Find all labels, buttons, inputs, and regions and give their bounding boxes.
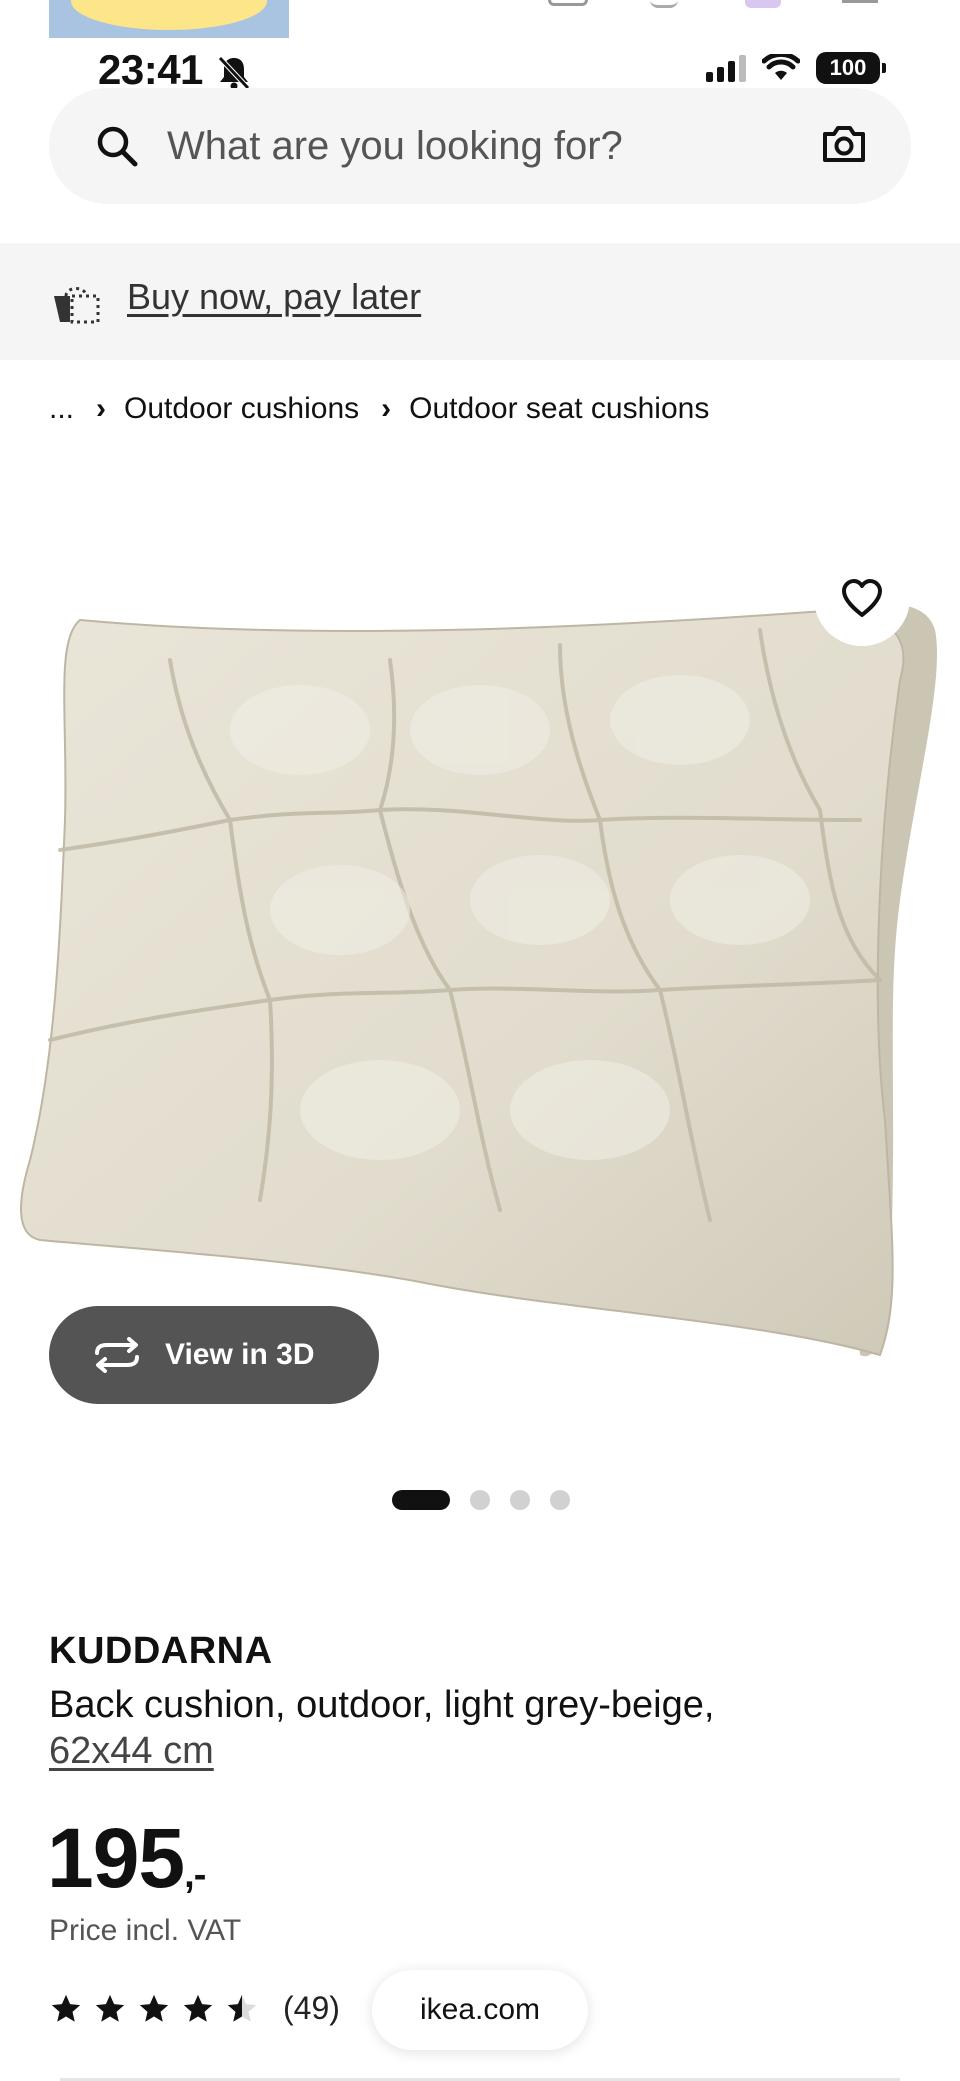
- menu-icon[interactable]: [842, 0, 878, 3]
- breadcrumb: ... › Outdoor cushions › Outdoor seat cu…: [49, 392, 709, 426]
- pagination-dot-3[interactable]: [510, 1490, 530, 1510]
- wifi-icon: [762, 54, 800, 80]
- view-in-3d-button[interactable]: View in 3D: [49, 1306, 379, 1404]
- browser-domain: ikea.com: [419, 1993, 541, 2026]
- status-time: 23:41: [98, 46, 203, 93]
- status-indicators: 100: [706, 52, 886, 84]
- product-image[interactable]: [0, 520, 960, 1440]
- price-suffix: ,-: [184, 1854, 206, 1896]
- site-header-peek: [0, 0, 960, 40]
- bell-off-icon: [218, 56, 250, 90]
- product-price: 195,-: [47, 1810, 206, 1907]
- chevron-right-icon: ›: [381, 392, 392, 425]
- breadcrumb-ellipsis[interactable]: ...: [49, 392, 74, 426]
- search-input[interactable]: [167, 88, 827, 204]
- image-pagination: [392, 1490, 570, 1510]
- rotate-3d-icon: [95, 1337, 139, 1373]
- star-filled-icon: [95, 1994, 125, 2022]
- product-rating[interactable]: (49): [49, 1990, 340, 2027]
- heart-icon[interactable]: [650, 0, 678, 8]
- product-size-link[interactable]: 62x44 cm: [49, 1730, 214, 1773]
- battery-level: 100: [829, 55, 867, 80]
- view-in-3d-label: View in 3D: [165, 1338, 315, 1371]
- cellular-signal-icon: [706, 54, 746, 82]
- buy-now-pay-later-link[interactable]: Buy now, pay later: [127, 276, 421, 318]
- price-value: 195: [47, 1811, 185, 1905]
- favorite-button[interactable]: [814, 550, 910, 646]
- browser-address-pill[interactable]: ikea.com: [372, 1970, 588, 2050]
- pagination-dot-1[interactable]: [392, 1490, 450, 1510]
- pagination-dot-4[interactable]: [550, 1490, 570, 1510]
- chevron-right-icon: ›: [96, 392, 107, 425]
- search-icon[interactable]: [95, 124, 139, 168]
- camera-icon[interactable]: [821, 124, 867, 164]
- heart-icon: [842, 579, 882, 617]
- star-half-icon: [227, 1994, 257, 2022]
- breadcrumb-outdoor-seat-cushions[interactable]: Outdoor seat cushions: [409, 392, 709, 426]
- star-filled-icon: [139, 1994, 169, 2022]
- cart-icon[interactable]: [745, 0, 781, 8]
- pagination-dot-2[interactable]: [470, 1490, 490, 1510]
- search-bar[interactable]: [49, 88, 911, 204]
- product-brand: KUDDARNA: [49, 1630, 273, 1672]
- price-note: Price incl. VAT: [49, 1914, 242, 1947]
- review-count[interactable]: (49): [283, 1990, 340, 2027]
- breadcrumb-outdoor-cushions[interactable]: Outdoor cushions: [124, 392, 359, 426]
- product-description: Back cushion, outdoor, light grey-beige,: [49, 1684, 715, 1726]
- user-icon[interactable]: [548, 0, 588, 6]
- ikea-logo[interactable]: [49, 0, 289, 38]
- star-filled-icon: [51, 1994, 81, 2022]
- star-filled-icon: [183, 1994, 213, 2022]
- battery-icon: 100: [816, 52, 886, 84]
- shopping-bag-icon: [54, 287, 100, 324]
